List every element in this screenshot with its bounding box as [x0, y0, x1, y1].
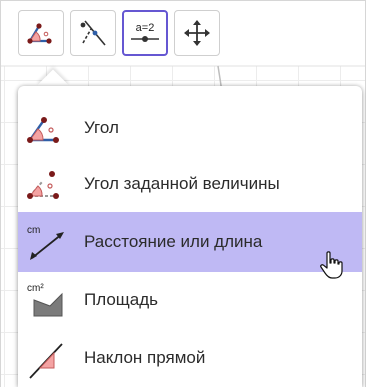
angle-fixed-size-icon [27, 171, 59, 199]
slope-icon [29, 343, 63, 379]
move-graphics-view-tool-button[interactable] [174, 10, 220, 56]
distance-icon-text: cm [27, 225, 40, 236]
distance-length-icon: cm [27, 225, 64, 260]
area-icon-text: cm² [27, 283, 44, 294]
perpendicular-line-tool-button[interactable] [70, 10, 116, 56]
perpendicular-line-tool-icon [80, 20, 106, 46]
menu-item-angle-fixed-size[interactable]: Угол заданной величины [18, 154, 362, 214]
window-border-left [0, 0, 1, 387]
toolbar: a=2 [18, 10, 220, 58]
menu-item-label: Площадь [84, 290, 159, 309]
angle-tool-button[interactable] [18, 10, 64, 56]
move-graphics-view-icon [184, 20, 210, 46]
menu-item-distance-length[interactable]: cm Расстояние или длина [18, 212, 362, 272]
slider-tool-icon: a=2 [131, 22, 159, 42]
slider-icon-text: a=2 [136, 22, 155, 34]
menu-item-label: Угол заданной величины [84, 174, 280, 193]
menu-item-label: Расстояние или длина [84, 232, 263, 251]
menu-item-slope[interactable]: Наклон прямой [18, 328, 362, 387]
menu-item-area[interactable]: cm² Площадь [18, 270, 362, 330]
angle-icon [27, 117, 59, 143]
area-icon: cm² [27, 283, 63, 317]
menu-item-label: Наклон прямой [84, 348, 206, 367]
angle-tool-icon [27, 23, 52, 44]
angle-tools-submenu: Угол Угол заданной величины cm Расстояни… [18, 86, 362, 387]
menu-item-label: Угол [84, 118, 119, 137]
geogebra-window: a=2 Угол Угол заданной величины cm Расст… [0, 0, 366, 387]
hand-pointer-cursor [320, 251, 343, 279]
menu-item-angle[interactable]: Угол [18, 98, 362, 158]
window-border-top [0, 0, 366, 1]
slider-tool-button[interactable]: a=2 [122, 10, 168, 56]
